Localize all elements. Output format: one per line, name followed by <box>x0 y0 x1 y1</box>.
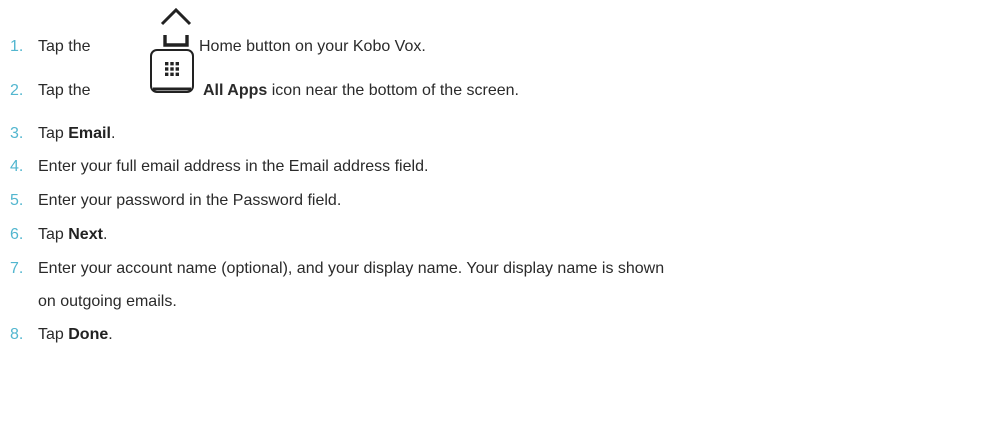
step-text-post: . <box>110 125 116 142</box>
step-text-pre: Tap the <box>38 82 91 99</box>
all-apps-icon <box>149 48 195 94</box>
step-number: 1. <box>10 38 24 55</box>
next-label: Next <box>68 226 103 243</box>
step-number: 6. <box>10 226 24 243</box>
step-text: Enter your password in the Password fiel… <box>38 192 342 209</box>
step-text: Tap Email. <box>38 124 115 144</box>
step-text-pre: Tap <box>38 226 69 243</box>
email-label: Email <box>68 125 111 142</box>
step-number: 4. <box>10 158 24 175</box>
step-text-continued: on outgoing emails. <box>38 293 177 310</box>
step-text: Tap Done. <box>38 325 113 345</box>
step-number: 3. <box>10 125 24 142</box>
step-text-pre: Tap the <box>38 38 91 55</box>
step-number: 2. <box>10 82 24 99</box>
step-text: Enter your full email address in the Ema… <box>38 158 429 175</box>
step-text-post: . <box>108 326 113 343</box>
step-1-text: Home button on your Kobo Vox. <box>199 38 426 55</box>
home-icon <box>156 4 196 48</box>
step-number: 7. <box>10 260 24 277</box>
step-text-pre: Tap <box>38 326 69 343</box>
step-text: Enter your account name (optional), and … <box>38 260 665 277</box>
step-number: 5. <box>10 192 24 209</box>
step-2-text: All Apps icon near the bottom of the scr… <box>203 81 519 101</box>
step-text-post: . <box>102 226 108 243</box>
step-text: Tap Next. <box>38 225 107 245</box>
step-number: 8. <box>10 326 24 343</box>
done-label: Done <box>68 326 109 343</box>
step-text-pre: Tap <box>38 125 69 142</box>
all-apps-label: All Apps <box>203 82 268 99</box>
instructions-page: { "steps": [ {"num": "1.", "pre": "Tap t… <box>0 0 1003 434</box>
step-2-post: icon near the bottom of the screen. <box>267 82 519 99</box>
